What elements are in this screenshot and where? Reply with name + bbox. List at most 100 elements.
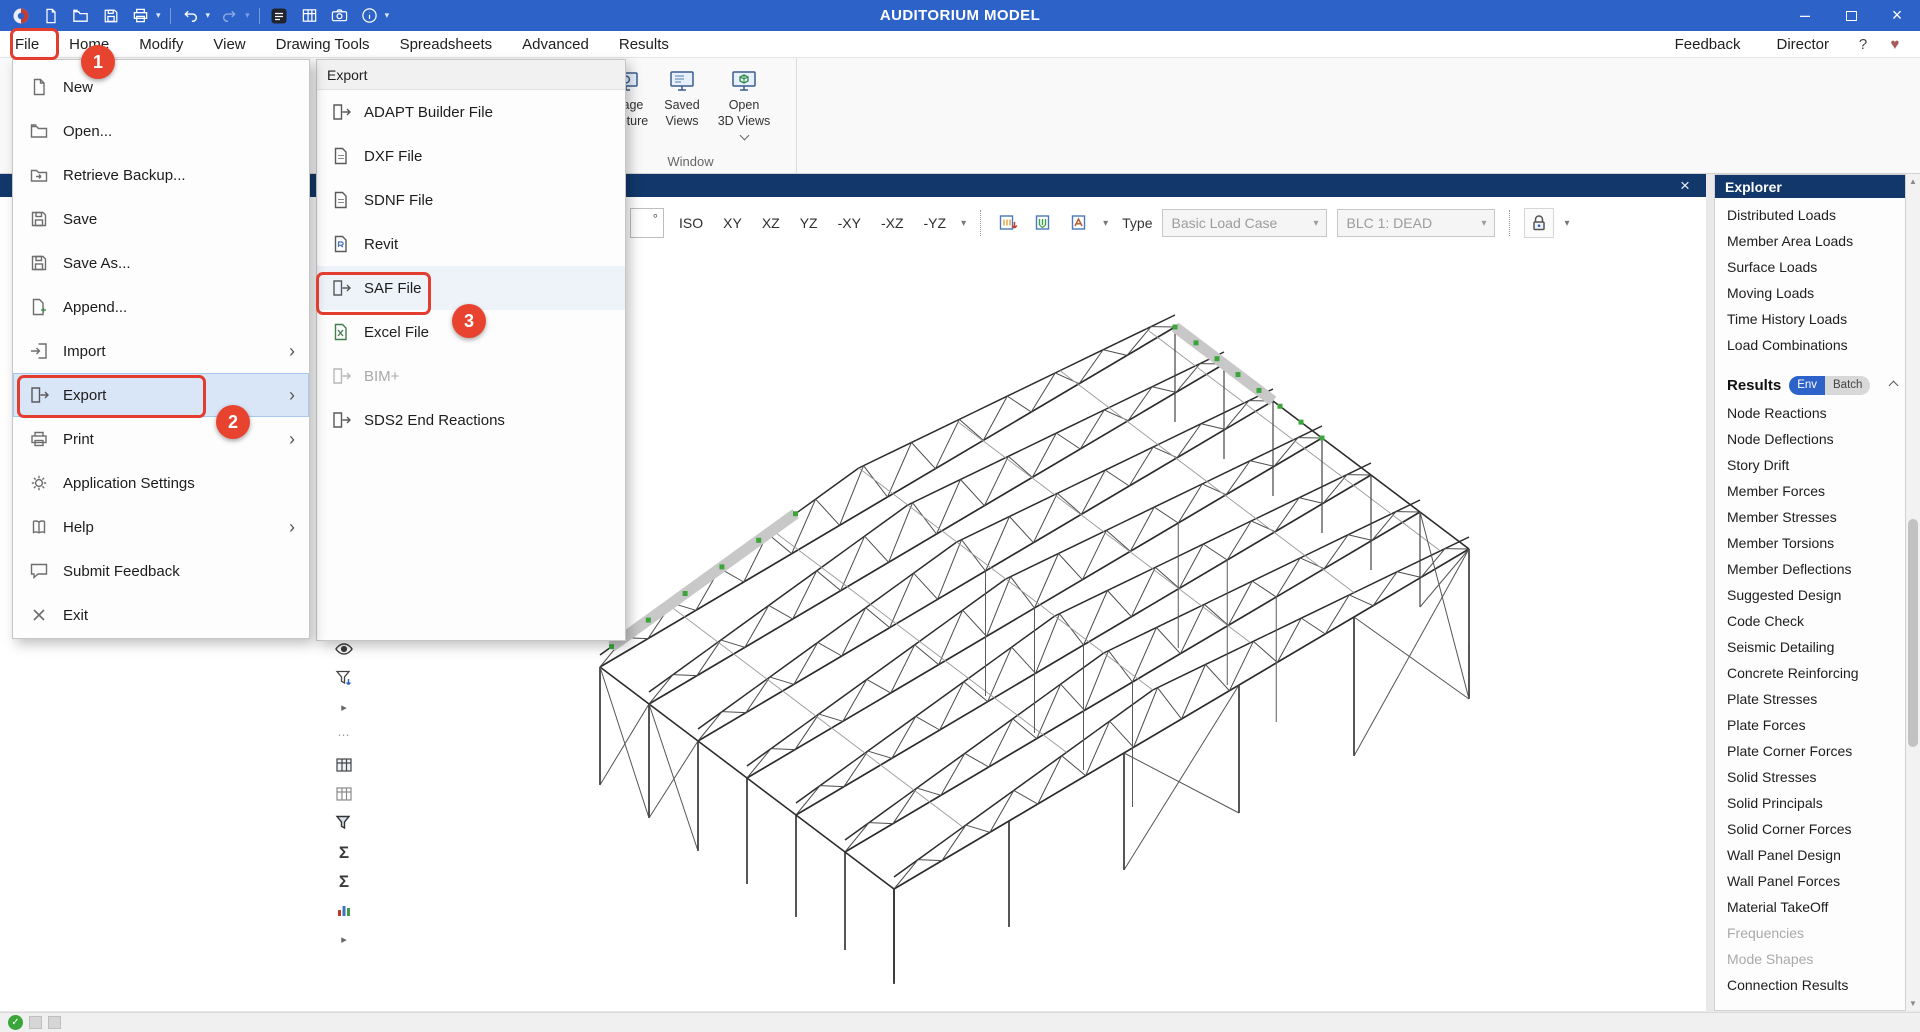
explorer-item-member-stresses[interactable]: Member Stresses — [1715, 504, 1905, 530]
scroll-down-icon[interactable]: ▼ — [1909, 996, 1917, 1011]
explorer-item-plate-stresses[interactable]: Plate Stresses — [1715, 686, 1905, 712]
file-menu-item-new[interactable]: New — [13, 65, 309, 109]
sum-forces-icon[interactable]: Σ — [331, 869, 357, 893]
vertical-scrollbar[interactable]: ▲ ▼ — [1906, 174, 1920, 1011]
data-table-icon[interactable] — [331, 782, 357, 806]
explorer-item-solid-stresses[interactable]: Solid Stresses — [1715, 764, 1905, 790]
scrollbar-track[interactable] — [1906, 189, 1920, 996]
load-case-dropdown[interactable]: Basic Load Case ▾ — [1162, 209, 1327, 237]
menubar-item-home[interactable]: Home — [54, 31, 124, 57]
explorer-item-wall-panel-design[interactable]: Wall Panel Design — [1715, 842, 1905, 868]
export-item-sds2[interactable]: SDS2 End Reactions — [317, 398, 625, 442]
explorer-item-member-torsions[interactable]: Member Torsions — [1715, 530, 1905, 556]
explorer-item-material-takeoff[interactable]: Material TakeOff — [1715, 894, 1905, 920]
explorer-item-plate-forces[interactable]: Plate Forces — [1715, 712, 1905, 738]
explorer-item-moving-loads[interactable]: Moving Loads — [1715, 280, 1905, 306]
explorer-item-concrete-reinforcing[interactable]: Concrete Reinforcing — [1715, 660, 1905, 686]
spreadsheet-icon[interactable] — [299, 5, 320, 26]
export-item-adapt-builder[interactable]: ADAPT Builder File — [317, 90, 625, 134]
loads-caret-icon[interactable]: ▾ — [1103, 218, 1108, 229]
view-neg-yz-button[interactable]: -YZ — [919, 211, 952, 235]
file-menu-item-retrieve-backup[interactable]: Retrieve Backup... — [13, 153, 309, 197]
explorer-item-node-reactions[interactable]: Node Reactions — [1715, 400, 1905, 426]
qat-overflow-caret-icon[interactable]: ▾ — [385, 10, 390, 21]
solve-menu-icon[interactable] — [269, 5, 290, 26]
menubar-item-file[interactable]: File — [0, 31, 54, 57]
file-menu-item-print[interactable]: Print › — [13, 417, 309, 461]
explorer-item-member-area-loads[interactable]: Member Area Loads — [1715, 228, 1905, 254]
save-icon[interactable] — [100, 5, 121, 26]
loads-display-icon[interactable] — [1031, 210, 1057, 236]
file-menu-item-submit-feedback[interactable]: Submit Feedback — [13, 549, 309, 593]
load-labels-icon[interactable] — [1067, 210, 1093, 236]
heart-icon[interactable]: ♥ — [1882, 36, 1908, 53]
results-filter-icon[interactable] — [331, 811, 357, 835]
explorer-item-suggested-design[interactable]: Suggested Design — [1715, 582, 1905, 608]
status-tile-2[interactable] — [48, 1016, 61, 1029]
view-neg-xy-button[interactable]: -XY — [833, 211, 866, 235]
minimize-button[interactable]: – — [1782, 0, 1828, 31]
export-item-dxf[interactable]: DXF File — [317, 134, 625, 178]
view-iso-button[interactable]: ISO — [674, 211, 708, 235]
camera-icon[interactable] — [329, 5, 350, 26]
collapse-results-icon[interactable] — [1889, 380, 1899, 390]
menubar-item-feedback[interactable]: Feedback — [1660, 36, 1756, 53]
view-xz-button[interactable]: XZ — [757, 211, 785, 235]
file-menu-item-help[interactable]: Help › — [13, 505, 309, 549]
print-icon[interactable] — [130, 5, 151, 26]
env-toggle-button[interactable]: Env — [1789, 376, 1825, 395]
redo-icon[interactable] — [219, 5, 240, 26]
explorer-item-solid-corner-forces[interactable]: Solid Corner Forces — [1715, 816, 1905, 842]
export-item-saf[interactable]: SAF File — [317, 266, 625, 310]
explorer-item-connection-results[interactable]: Connection Results — [1715, 972, 1905, 998]
app-logo-icon[interactable] — [10, 5, 31, 26]
file-menu-item-open[interactable]: Open... — [13, 109, 309, 153]
maximize-button[interactable] — [1828, 0, 1874, 31]
menubar-item-director[interactable]: Director — [1761, 36, 1844, 53]
file-menu-item-import[interactable]: Import › — [13, 329, 309, 373]
open-3d-views-button[interactable]: Open 3D Views — [710, 64, 778, 139]
new-file-icon[interactable] — [40, 5, 61, 26]
view-xy-button[interactable]: XY — [718, 211, 747, 235]
explorer-item-distributed-loads[interactable]: Distributed Loads — [1715, 202, 1905, 228]
help-icon[interactable]: ? — [1850, 36, 1876, 53]
spreadsheet-view-icon[interactable] — [331, 753, 357, 777]
file-menu-item-exit[interactable]: Exit — [13, 593, 309, 637]
file-menu-item-append[interactable]: Append... — [13, 285, 309, 329]
explorer-item-plate-corner-forces[interactable]: Plate Corner Forces — [1715, 738, 1905, 764]
batch-toggle-button[interactable]: Batch — [1825, 376, 1870, 395]
file-menu-item-save-as[interactable]: Save As... — [13, 241, 309, 285]
lock-view-button[interactable] — [1524, 208, 1554, 238]
file-menu-item-export[interactable]: Export › — [13, 373, 309, 417]
selection-filter-icon[interactable] — [331, 666, 357, 690]
scroll-up-icon[interactable]: ▲ — [1909, 174, 1917, 189]
explorer-item-time-history-loads[interactable]: Time History Loads — [1715, 306, 1905, 332]
open-3d-views-caret-icon[interactable] — [739, 131, 749, 141]
export-item-sdnf[interactable]: SDNF File — [317, 178, 625, 222]
close-button[interactable]: × — [1874, 0, 1920, 31]
blc-dropdown[interactable]: BLC 1: DEAD ▾ — [1337, 209, 1495, 237]
undo-caret-icon[interactable]: ▾ — [206, 10, 211, 21]
menubar-item-results[interactable]: Results — [604, 31, 684, 57]
scrollbar-thumb[interactable] — [1908, 519, 1918, 747]
redo-caret-icon[interactable]: ▾ — [245, 10, 250, 21]
open-file-icon[interactable] — [70, 5, 91, 26]
strip-expand-icon[interactable]: ▸ — [331, 695, 357, 719]
explorer-item-solid-principals[interactable]: Solid Principals — [1715, 790, 1905, 816]
explorer-item-story-drift[interactable]: Story Drift — [1715, 452, 1905, 478]
strip-expand-icon-2[interactable]: ▸ — [331, 927, 357, 951]
sum-results-icon[interactable]: Σ — [331, 840, 357, 864]
explorer-item-wall-panel-forces[interactable]: Wall Panel Forces — [1715, 868, 1905, 894]
menubar-item-advanced[interactable]: Advanced — [507, 31, 604, 57]
explorer-item-member-forces[interactable]: Member Forces — [1715, 478, 1905, 504]
explorer-item-code-check[interactable]: Code Check — [1715, 608, 1905, 634]
status-tile-1[interactable] — [29, 1016, 42, 1029]
view-neg-xz-button[interactable]: -XZ — [876, 211, 909, 235]
result-chart-icon[interactable] — [331, 898, 357, 922]
explorer-item-surface-loads[interactable]: Surface Loads — [1715, 254, 1905, 280]
info-icon[interactable] — [359, 5, 380, 26]
explorer-item-load-combinations[interactable]: Load Combinations — [1715, 332, 1905, 358]
menubar-item-modify[interactable]: Modify — [124, 31, 198, 57]
explorer-item-member-deflections[interactable]: Member Deflections — [1715, 556, 1905, 582]
menubar-item-spreadsheets[interactable]: Spreadsheets — [385, 31, 508, 57]
